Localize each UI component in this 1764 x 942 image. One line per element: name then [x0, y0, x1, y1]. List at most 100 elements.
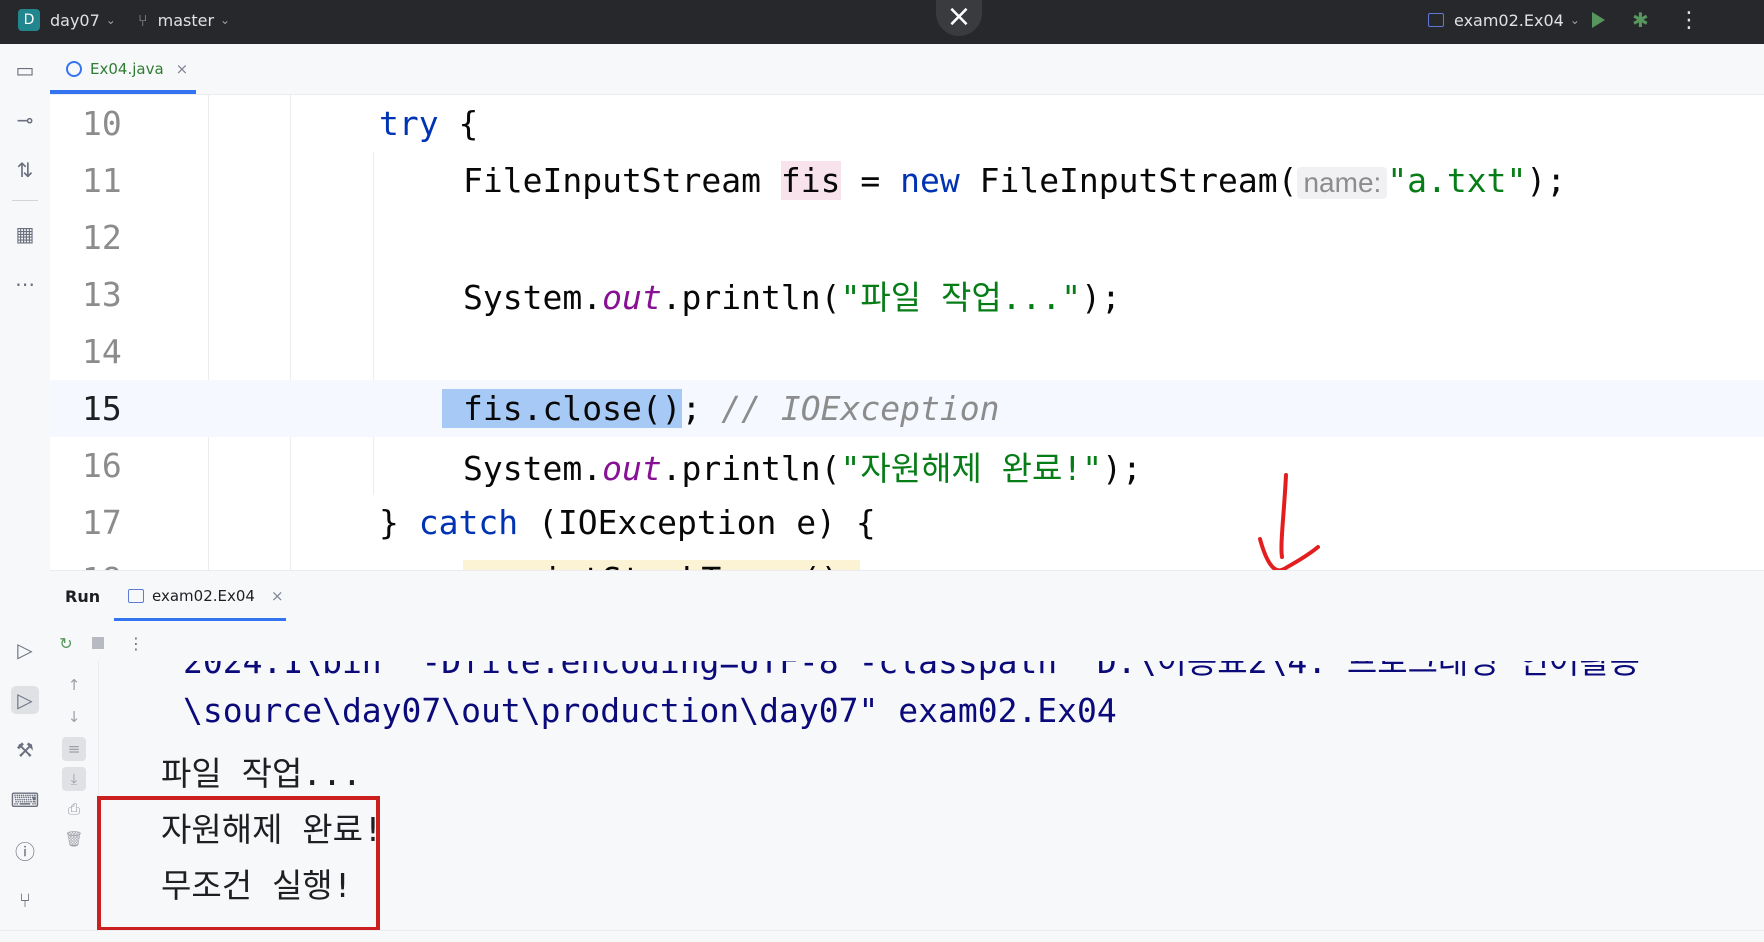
build-icon[interactable]: ⚒ [11, 736, 39, 764]
line-number: 17 [82, 503, 122, 542]
tab-exam02-ex04[interactable]: exam02.Ex04 × [114, 571, 286, 621]
keyword: try [379, 104, 439, 143]
comment: // IOException [701, 389, 1000, 428]
terminal-icon[interactable]: ⌨ [11, 786, 40, 814]
console-line: 2024.1\bin" -Dfile.encoding=UTF-8 -class… [183, 661, 1641, 681]
chevron-down-icon: ⌄ [220, 13, 231, 27]
branch-name: master [157, 10, 215, 30]
code-text: ); [1526, 161, 1567, 200]
static-field: out [602, 448, 662, 488]
soft-wrap-icon[interactable]: ≡ [62, 737, 86, 761]
string-literal: "a.txt" [1387, 161, 1527, 200]
run-config-selector[interactable]: exam02.Ex04 ⌄ [1428, 0, 1580, 40]
more-vertical-icon[interactable]: ⋮ [124, 631, 148, 655]
line-number: 15 [82, 389, 122, 428]
run-panel-title: Run [65, 586, 101, 606]
run-tab-label: exam02.Ex04 [152, 587, 255, 605]
trash-icon[interactable]: 🗑 [62, 827, 86, 851]
keyword: new [900, 161, 960, 200]
branch-selector[interactable]: ⑂ master ⌄ [138, 0, 230, 40]
problems-icon[interactable]: ⓘ [11, 836, 39, 864]
code-text: ; [681, 389, 702, 428]
code-line-16: 16 System.out.println("자원해제 완료!"); [50, 437, 1764, 494]
folder-icon[interactable]: ▭ [11, 56, 39, 84]
stop-icon[interactable] [86, 631, 110, 655]
run-tool-icon[interactable]: ▷ [11, 686, 39, 714]
java-class-icon [66, 61, 82, 77]
code-line-15: 15 fis.close(); // IOException [50, 380, 1764, 437]
rerun-icon[interactable]: ↻ [54, 631, 78, 655]
chevron-down-icon: ⌄ [1569, 13, 1580, 27]
arrow-annotation-icon [1258, 473, 1320, 570]
project-selector[interactable]: D day07 ⌄ [18, 0, 116, 40]
console-line: \source\day07\out\production\day07" exam… [183, 691, 1117, 730]
print-icon[interactable]: ⎙ [62, 797, 86, 821]
code-text: { [438, 104, 479, 143]
selected-code: fis.close() [442, 389, 682, 428]
bug-icon: ✱ [1632, 8, 1649, 32]
console-side-toolbar: ↑ ↓ ≡ ⤓ ⎙ 🗑 [50, 661, 99, 942]
run-toolbar: ↻ ⋮ [50, 631, 1764, 661]
run-config-icon [1428, 13, 1444, 27]
code-editor[interactable]: 10 try { 11 FileInputStream fis = new Fi… [50, 95, 1764, 570]
line-number: 18 [82, 560, 172, 570]
code-text: = [840, 161, 901, 200]
active-tab-indicator [114, 618, 286, 621]
more-horizontal-icon[interactable]: ⋯ [11, 270, 39, 298]
run-tab-close-icon[interactable]: × [271, 587, 284, 605]
code-text: FileInputStream( [959, 161, 1298, 200]
run-button[interactable] [1592, 0, 1605, 40]
editor-tab-bar: Ex04.java × [50, 44, 1764, 95]
line-number: 10 [82, 104, 122, 143]
line-number: 14 [82, 332, 122, 371]
code-text: FileInputStream [463, 161, 781, 200]
structure-icon[interactable]: ▦ [11, 220, 39, 248]
scroll-down-icon[interactable]: ↓ [62, 705, 86, 729]
code-line-18: 18 e.printStackTrace(); [50, 551, 1764, 570]
more-vertical-icon: ⋮ [1678, 7, 1700, 33]
tab-ex04-java[interactable]: Ex04.java × [50, 44, 196, 94]
code-text: ); [1081, 277, 1121, 317]
run-config-icon [128, 589, 144, 603]
scroll-up-icon[interactable]: ↑ [62, 673, 86, 697]
divider [12, 200, 38, 201]
code-line-13: 13 System.out.println("파일 작업..."); [50, 266, 1764, 323]
highlight-box-annotation [97, 796, 380, 931]
variable-highlight: fis [780, 161, 841, 200]
keyword: catch [418, 503, 519, 542]
scroll-to-end-icon[interactable]: ⤓ [62, 767, 86, 791]
run-icon [1592, 12, 1605, 28]
tool-window-strip: ▭ ⊸ ⇅ ▦ ⋯ ▷ ▷ ⚒ ⌨ ⓘ ⑂ [0, 44, 51, 941]
close-icon[interactable]: × [936, 0, 982, 36]
code-text: ); [1102, 448, 1142, 488]
static-field: out [602, 277, 662, 317]
line-number: 16 [82, 446, 122, 485]
code-line-11: 11 FileInputStream fis = new FileInputSt… [50, 152, 1764, 209]
string-literal: "파일 작업..." [840, 277, 1082, 317]
run-tab-bar: Run exam02.Ex04 × [50, 571, 1764, 621]
code-text: System. [463, 277, 603, 317]
code-text: (IOException e) { [518, 503, 876, 542]
code-line-12: 12 [50, 209, 1764, 266]
code-line-14: 14 [50, 323, 1764, 380]
line-number: 12 [82, 218, 122, 257]
chevron-down-icon: ⌄ [105, 13, 116, 27]
commit-icon[interactable]: ⊸ [11, 106, 39, 134]
debug-button[interactable]: ✱ [1632, 0, 1649, 40]
code-line-17: 17 } catch (IOException e) { [50, 494, 1764, 551]
tab-filename: Ex04.java [90, 60, 164, 78]
code-text: System. [463, 448, 603, 488]
line-number: 13 [82, 275, 122, 314]
code-line-10: 10 try { [50, 95, 1764, 152]
git-icon[interactable]: ⑂ [11, 886, 39, 914]
more-menu-button[interactable]: ⋮ [1678, 0, 1700, 40]
console-line: 파일 작업... [161, 754, 362, 793]
tab-close-icon[interactable]: × [176, 60, 189, 78]
services-icon[interactable]: ▷ [11, 636, 39, 664]
project-badge: D [18, 9, 40, 31]
string-literal: "자원해제 완료!" [840, 448, 1103, 488]
run-config-name: exam02.Ex04 [1454, 10, 1564, 30]
code-text: } [379, 503, 419, 542]
pull-request-icon[interactable]: ⇅ [11, 156, 39, 184]
title-bar: D day07 ⌄ ⑂ master ⌄ × exam02.Ex04 ⌄ ✱ ⋮ [0, 0, 1764, 44]
